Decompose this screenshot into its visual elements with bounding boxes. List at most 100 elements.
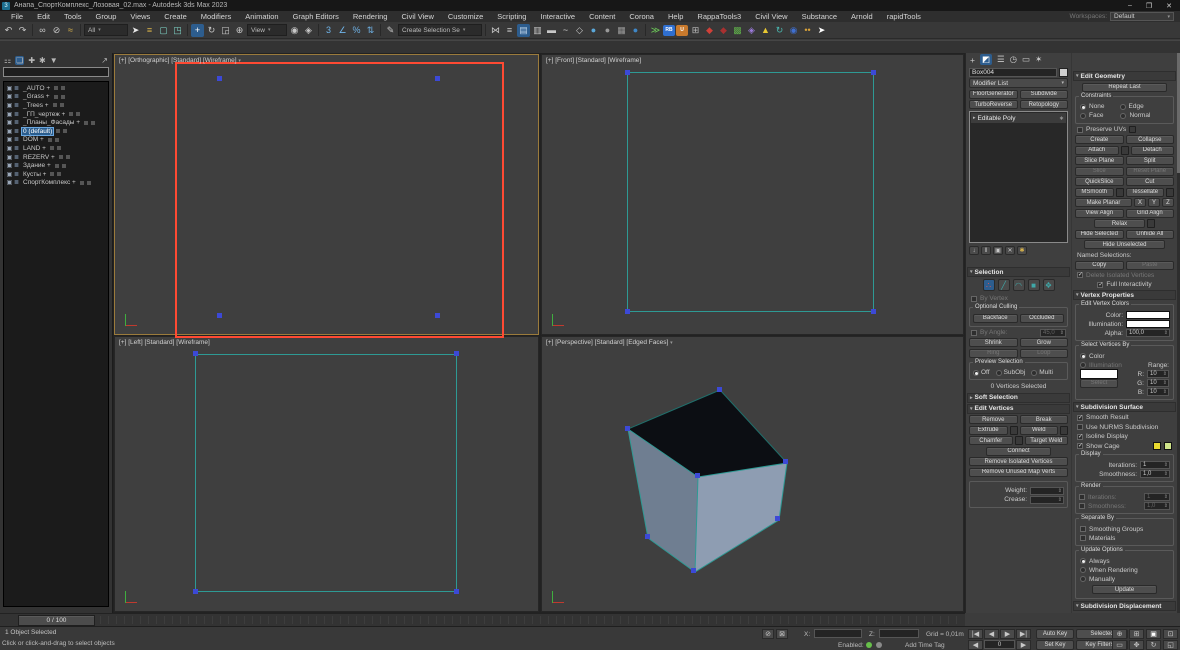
tab-utilities-icon[interactable]: ✶ — [1035, 54, 1042, 65]
hide-toggle-icon[interactable] — [50, 172, 54, 176]
full-interactivity-checkbox[interactable] — [1097, 282, 1103, 288]
constraint-normal-radio[interactable] — [1120, 113, 1126, 119]
isolate-selection-toggle-icon[interactable]: ⊘ — [762, 629, 774, 639]
menu-civil-view[interactable]: Civil View — [394, 12, 440, 21]
detach-button[interactable]: Detach — [1131, 146, 1175, 155]
hide-toggle-icon[interactable] — [59, 155, 63, 159]
show-end-result-icon[interactable]: ‖ — [981, 246, 991, 255]
extrude-settings-button[interactable] — [1010, 426, 1018, 435]
make-unique-icon[interactable]: ▣ — [993, 246, 1003, 255]
layer-row-selected[interactable]: ▣≣0 (default) — [4, 127, 108, 136]
preserve-uvs-settings-button[interactable] — [1129, 126, 1136, 133]
x-coordinate-field[interactable] — [814, 629, 862, 638]
tab-hierarchy-icon[interactable]: ☰ — [997, 54, 1005, 65]
menu-content[interactable]: Content — [582, 12, 622, 21]
create-button[interactable]: Create — [1075, 135, 1124, 144]
remove-unused-map-verts-button[interactable]: Remove Unused Map Verts — [969, 468, 1068, 477]
layer-name[interactable]: DOM + — [22, 136, 45, 143]
tab-display-icon[interactable]: ▭ — [1022, 54, 1030, 65]
planar-z-button[interactable]: Z — [1162, 198, 1174, 207]
preview-off-radio[interactable] — [973, 370, 979, 376]
update-always-radio[interactable] — [1080, 558, 1086, 564]
select-button[interactable]: Select — [1080, 379, 1118, 388]
select-by-illumination-radio[interactable] — [1080, 362, 1086, 368]
previous-key-button[interactable]: ◀ — [968, 640, 983, 650]
play-button[interactable]: ▶ — [1000, 629, 1015, 639]
vertex-handle[interactable] — [454, 589, 459, 594]
attach-settings-button[interactable] — [1121, 146, 1129, 155]
select-place-icon[interactable]: ⊕ — [233, 24, 246, 37]
cube-icon[interactable]: ▣ — [6, 128, 13, 135]
zoom-icon[interactable]: ⊕ — [1112, 629, 1127, 639]
undo-icon[interactable]: ↶ — [2, 24, 15, 37]
msmooth-button[interactable]: MSmooth — [1075, 188, 1114, 197]
rollout-soft-selection[interactable]: Soft Selection — [967, 393, 1070, 403]
collapse-button[interactable]: Collapse — [1126, 135, 1175, 144]
cage-color-swatch[interactable] — [1153, 442, 1161, 450]
cage-selected-color-swatch[interactable] — [1164, 442, 1172, 450]
rendered-frame-icon[interactable]: ▦ — [615, 24, 628, 37]
render-setup-icon[interactable]: ● — [601, 24, 614, 37]
layer-row[interactable]: ▣≣REZERV + — [4, 153, 108, 162]
rollout-edit-geometry[interactable]: Edit Geometry — [1073, 71, 1176, 81]
turboreverse-button[interactable]: TurboReverse — [969, 100, 1018, 109]
next-key-button[interactable]: ▶ — [1016, 640, 1031, 650]
constraint-edge-radio[interactable] — [1120, 104, 1126, 110]
rollout-subdivision-displacement[interactable]: Subdivision Displacement — [1073, 601, 1176, 611]
menu-tools[interactable]: Tools — [57, 12, 89, 21]
freeze-toggle-icon[interactable] — [91, 121, 95, 125]
select-object-icon[interactable]: ➤ — [129, 24, 142, 37]
menu-corona[interactable]: Corona — [622, 12, 661, 21]
u-badge-icon[interactable]: U — [676, 25, 688, 36]
menu-create[interactable]: Create — [157, 12, 194, 21]
split-button[interactable]: Split — [1126, 156, 1175, 165]
go-to-start-button[interactable]: |◀ — [968, 629, 983, 639]
enabled-green-dot-icon[interactable] — [866, 642, 872, 648]
rollout-selection[interactable]: Selection — [967, 267, 1070, 277]
vertex-color-swatch[interactable] — [1126, 311, 1170, 319]
z-coordinate-field[interactable] — [879, 629, 919, 638]
blue-sphere-icon[interactable]: ◉ — [787, 24, 800, 37]
vertex-handle[interactable] — [625, 70, 630, 75]
orbit-icon[interactable]: ↻ — [1146, 640, 1161, 650]
smooth-result-checkbox[interactable] — [1077, 415, 1083, 421]
extrude-button[interactable]: Extrude — [969, 426, 1008, 435]
rollout-edit-vertices[interactable]: Edit Vertices — [967, 404, 1070, 414]
filter-icon[interactable]: ▼ — [50, 56, 58, 65]
shrink-button[interactable]: Shrink — [969, 338, 1018, 347]
close-button[interactable]: ✕ — [1166, 2, 1172, 10]
planar-x-button[interactable]: X — [1134, 198, 1146, 207]
window-crossing-icon[interactable]: ◳ — [171, 24, 184, 37]
update-when-rendering-radio[interactable] — [1080, 567, 1086, 573]
purple-gem-icon[interactable]: ◈ — [745, 24, 758, 37]
link-icon[interactable]: ∞ — [36, 24, 49, 37]
remove-modifier-icon[interactable]: ✕ — [1005, 246, 1015, 255]
workspace-dropdown[interactable]: Default — [1110, 12, 1174, 21]
hide-toggle-icon[interactable] — [69, 112, 73, 116]
layer-name[interactable]: _Планы_Фасады + — [22, 119, 81, 126]
cube-icon[interactable]: ▣ — [6, 93, 13, 100]
hide-toggle-icon[interactable] — [54, 86, 58, 90]
occluded-button[interactable]: Occluded — [1020, 314, 1065, 323]
object-color-swatch[interactable] — [1059, 68, 1068, 77]
chamfer-settings-button[interactable] — [1015, 436, 1023, 445]
display-iterations-spinner[interactable]: 1 — [1140, 461, 1170, 469]
vertex-handle[interactable] — [871, 309, 876, 314]
menu-arnold[interactable]: Arnold — [844, 12, 880, 21]
cut-button[interactable]: Cut — [1126, 177, 1175, 186]
hide-toggle-icon[interactable] — [50, 146, 54, 150]
rb-badge-icon[interactable]: RB — [663, 25, 675, 36]
pick-parent-icon[interactable]: ✚ — [28, 56, 35, 65]
retopology-button[interactable]: Retopology — [1020, 100, 1069, 109]
floorgenerator-button[interactable]: FloorGenerator — [969, 90, 1018, 99]
preserve-uvs-checkbox[interactable] — [1077, 127, 1083, 133]
by-vertex-checkbox[interactable] — [971, 296, 977, 302]
select-color-swatch[interactable] — [1080, 369, 1118, 379]
make-planar-button[interactable]: Make Planar — [1075, 198, 1132, 207]
freeze-toggle-icon[interactable] — [63, 129, 67, 133]
layer-explorer-toggle-icon[interactable]: ▥ — [531, 24, 544, 37]
edge-mode-icon[interactable]: ╱ — [998, 279, 1010, 291]
layer-row[interactable]: ▣≣_AUTO + — [4, 84, 108, 93]
selected-shape-wireframe[interactable] — [175, 62, 504, 338]
reset-plane-button[interactable]: Reset Plane — [1126, 167, 1175, 176]
